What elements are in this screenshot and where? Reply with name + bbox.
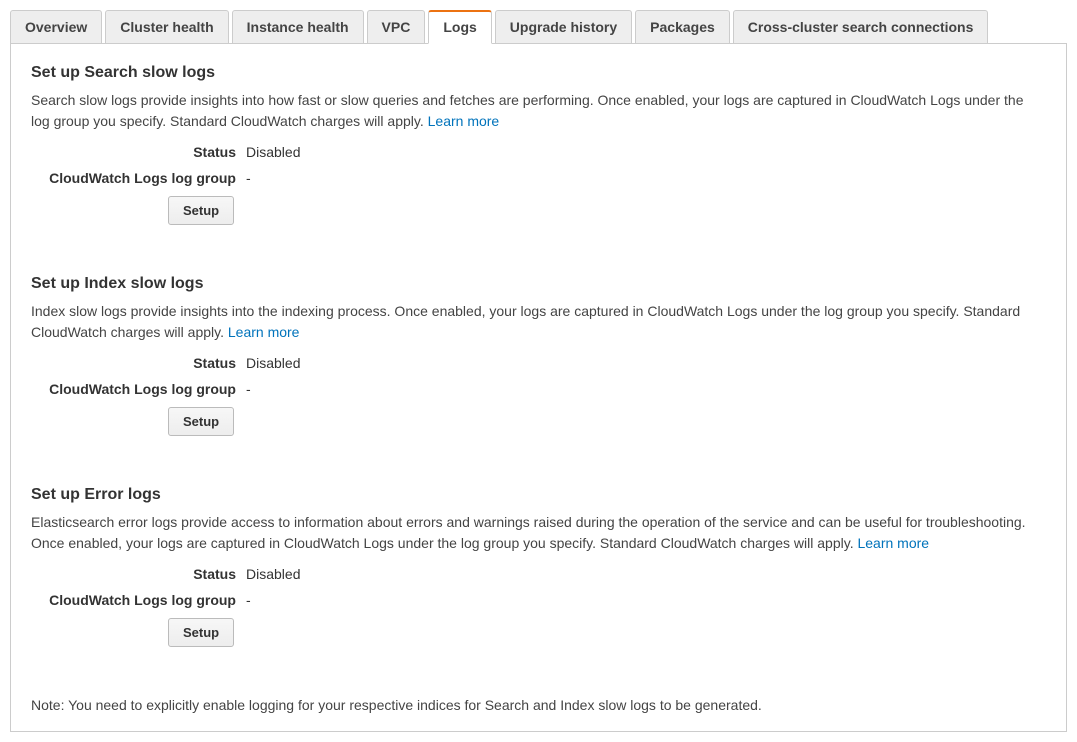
status-label: Status: [31, 355, 246, 371]
section-desc-text: Search slow logs provide insights into h…: [31, 92, 1023, 129]
tab-overview[interactable]: Overview: [10, 10, 102, 44]
section-title: Set up Index slow logs: [31, 275, 1046, 293]
error-logs-section: Set up Error logs Elasticsearch error lo…: [31, 486, 1046, 647]
loggroup-label: CloudWatch Logs log group: [31, 592, 246, 608]
tab-upgrade-history[interactable]: Upgrade history: [495, 10, 632, 44]
status-value: Disabled: [246, 566, 300, 582]
tab-cluster-health[interactable]: Cluster health: [105, 10, 228, 44]
status-value: Disabled: [246, 355, 300, 371]
loggroup-row: CloudWatch Logs log group -: [31, 381, 1046, 397]
logs-content: Set up Search slow logs Search slow logs…: [10, 43, 1067, 732]
loggroup-value: -: [246, 170, 251, 186]
section-title: Set up Search slow logs: [31, 64, 1046, 82]
section-description: Elasticsearch error logs provide access …: [31, 512, 1046, 554]
tab-packages[interactable]: Packages: [635, 10, 730, 44]
tab-bar: Overview Cluster health Instance health …: [10, 10, 1067, 44]
learn-more-link[interactable]: Learn more: [857, 535, 929, 551]
loggroup-row: CloudWatch Logs log group -: [31, 592, 1046, 608]
loggroup-value: -: [246, 381, 251, 397]
status-value: Disabled: [246, 144, 300, 160]
loggroup-value: -: [246, 592, 251, 608]
learn-more-link[interactable]: Learn more: [428, 113, 500, 129]
status-row: Status Disabled: [31, 566, 1046, 582]
tab-instance-health[interactable]: Instance health: [232, 10, 364, 44]
tab-vpc[interactable]: VPC: [367, 10, 426, 44]
footer-note: Note: You need to explicitly enable logg…: [31, 697, 1046, 713]
search-slow-logs-section: Set up Search slow logs Search slow logs…: [31, 64, 1046, 225]
status-label: Status: [31, 144, 246, 160]
loggroup-row: CloudWatch Logs log group -: [31, 170, 1046, 186]
section-description: Search slow logs provide insights into h…: [31, 90, 1046, 132]
section-description: Index slow logs provide insights into th…: [31, 301, 1046, 343]
status-row: Status Disabled: [31, 355, 1046, 371]
loggroup-label: CloudWatch Logs log group: [31, 170, 246, 186]
button-row: Setup: [168, 196, 1046, 225]
button-row: Setup: [168, 407, 1046, 436]
section-title: Set up Error logs: [31, 486, 1046, 504]
learn-more-link[interactable]: Learn more: [228, 324, 300, 340]
setup-button[interactable]: Setup: [168, 618, 234, 647]
loggroup-label: CloudWatch Logs log group: [31, 381, 246, 397]
index-slow-logs-section: Set up Index slow logs Index slow logs p…: [31, 275, 1046, 436]
tab-cross-cluster-search[interactable]: Cross-cluster search connections: [733, 10, 989, 44]
status-label: Status: [31, 566, 246, 582]
status-row: Status Disabled: [31, 144, 1046, 160]
tab-logs[interactable]: Logs: [428, 10, 491, 44]
setup-button[interactable]: Setup: [168, 407, 234, 436]
section-desc-text: Index slow logs provide insights into th…: [31, 303, 1020, 340]
button-row: Setup: [168, 618, 1046, 647]
setup-button[interactable]: Setup: [168, 196, 234, 225]
